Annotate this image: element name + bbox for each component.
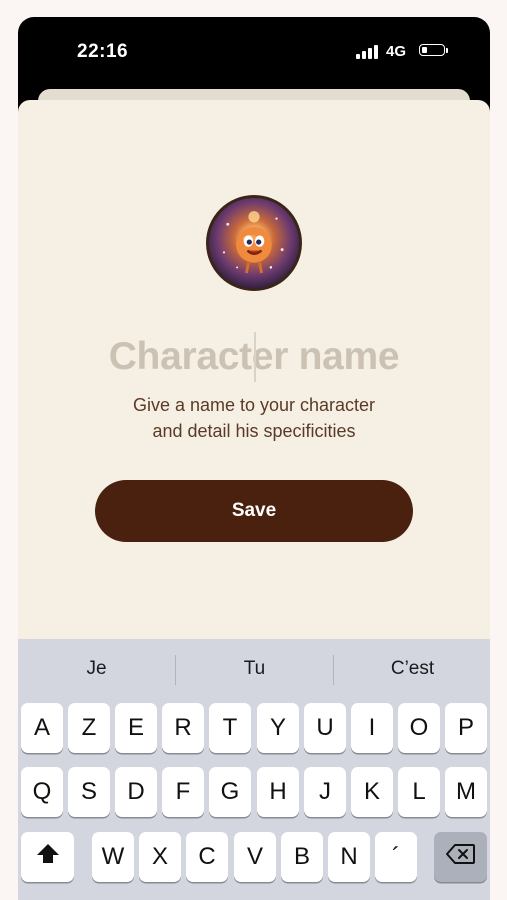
key-j[interactable]: J xyxy=(304,767,346,817)
key-m[interactable]: M xyxy=(445,767,487,817)
name-instructions: Give a name to your character and detail… xyxy=(78,392,430,444)
battery-cap xyxy=(446,48,448,53)
instructions-line-1: Give a name to your character xyxy=(132,395,376,415)
key-accent[interactable]: ´ xyxy=(375,832,417,882)
key-s[interactable]: S xyxy=(68,767,110,817)
key-k[interactable]: K xyxy=(351,767,393,817)
suggestion-item[interactable]: C’est xyxy=(334,639,490,699)
key-o[interactable]: O xyxy=(398,703,440,753)
key-c[interactable]: C xyxy=(186,832,228,882)
suggestion-item[interactable]: Tu xyxy=(176,639,333,699)
shift-key[interactable] xyxy=(21,832,74,882)
key-y[interactable]: Y xyxy=(257,703,299,753)
status-time: 22:16 xyxy=(77,41,129,62)
keyboard: Je Tu C’est A Z E R T Y U I O P Q S D F … xyxy=(18,639,490,900)
key-z[interactable]: Z xyxy=(68,703,110,753)
key-e[interactable]: E xyxy=(115,703,157,753)
key-b[interactable]: B xyxy=(281,832,323,882)
instructions-line-2: and detail his specificities xyxy=(152,421,356,441)
key-i[interactable]: I xyxy=(351,703,393,753)
key-d[interactable]: D xyxy=(115,767,157,817)
network-type: 4G xyxy=(386,43,407,60)
key-t[interactable]: T xyxy=(209,703,251,753)
key-q[interactable]: Q xyxy=(21,767,63,817)
save-button[interactable]: Save xyxy=(95,480,413,542)
battery-icon xyxy=(419,44,445,56)
phone-screen: 22:16 4G Character name Give a name to y… xyxy=(18,17,490,900)
key-h[interactable]: H xyxy=(257,767,299,817)
key-f[interactable]: F xyxy=(162,767,204,817)
key-p[interactable]: P xyxy=(445,703,487,753)
shift-icon xyxy=(35,841,61,874)
character-avatar-icon[interactable] xyxy=(206,195,302,291)
suggestion-bar: Je Tu C’est xyxy=(18,639,490,699)
key-n[interactable]: N xyxy=(328,832,370,882)
text-cursor xyxy=(254,332,256,382)
key-w[interactable]: W xyxy=(92,832,134,882)
suggestion-item[interactable]: Je xyxy=(18,639,175,699)
key-x[interactable]: X xyxy=(139,832,181,882)
key-l[interactable]: L xyxy=(398,767,440,817)
signal-bars-icon xyxy=(356,45,380,59)
backspace-icon xyxy=(445,843,476,872)
key-g[interactable]: G xyxy=(209,767,251,817)
key-u[interactable]: U xyxy=(304,703,346,753)
status-bar: 22:16 4G xyxy=(18,17,490,87)
key-v[interactable]: V xyxy=(234,832,276,882)
key-r[interactable]: R xyxy=(162,703,204,753)
backspace-key[interactable] xyxy=(434,832,487,882)
key-a[interactable]: A xyxy=(21,703,63,753)
